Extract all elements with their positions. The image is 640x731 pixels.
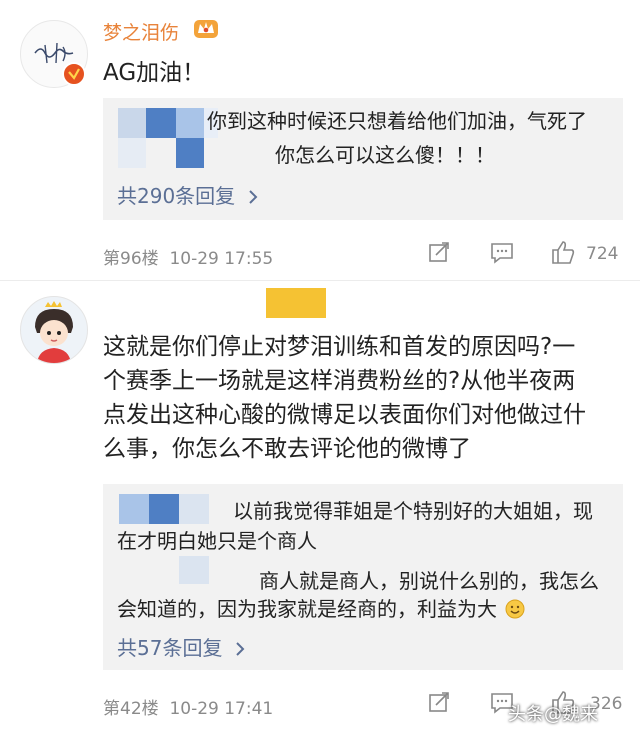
reply-text: 你怎么可以这么傻！！！ — [275, 143, 495, 167]
more-replies-label: 共57条回复 — [117, 636, 223, 660]
reply-text: 在才明白她只是个商人 — [117, 529, 317, 553]
comment-line: 点发出这种心酸的微博足以表面你们对他做过什 — [103, 402, 586, 428]
reply-text: 以前我觉得菲姐是个特别好的大姐姐，现 — [233, 499, 593, 523]
floor-time: 第96楼 10-29 17:55 — [103, 249, 274, 269]
crown-badge-icon — [193, 16, 219, 44]
redacted-username — [118, 108, 218, 168]
watermark: 头条@魏来 — [508, 700, 598, 726]
share-icon[interactable] — [428, 691, 450, 713]
reply-box: 以前我觉得菲姐是个特别好的大姐姐，现 在才明白她只是个商人 商人就是商人，别说什… — [103, 484, 623, 670]
comment-line: 这就是你们停止对梦泪训练和首发的原因吗?一 — [103, 334, 576, 360]
comment-divider — [0, 280, 640, 281]
comment-text: AG加油！ — [103, 60, 206, 86]
comment-line: 么事，你怎么不敢去评论他的微博了 — [103, 436, 471, 462]
reply-text: 会知道的，因为我家就是经商的，利益为大 — [117, 594, 525, 627]
comment-text: 这就是你们停止对梦泪训练和首发的原因吗?一 个赛季上一场就是这样消费粉丝的?从他… — [103, 330, 633, 466]
more-replies-link[interactable]: 共290条回复 — [117, 180, 258, 210]
watermark-text: 头条@魏来 — [508, 704, 598, 725]
reply-text: 商人就是商人，别说什么别的，我怎么 — [259, 569, 599, 593]
redacted-username — [119, 494, 209, 524]
reply-text-content: 会知道的，因为我家就是经商的，利益为大 — [117, 597, 497, 621]
smile-emoji-icon — [505, 597, 525, 627]
user-avatar[interactable] — [20, 296, 88, 364]
more-replies-label: 共290条回复 — [117, 184, 236, 208]
reply-box: 你到这种时候还只想着给他们加油，气死了 你怎么可以这么傻！！！ 共290条回复 — [103, 98, 623, 220]
chevron-right-icon — [248, 186, 258, 210]
like-icon[interactable] — [550, 239, 576, 265]
redacted-username — [179, 556, 209, 584]
verified-badge-icon — [62, 62, 86, 86]
like-count: 724 — [586, 244, 619, 264]
username[interactable]: 梦之泪伤 — [103, 18, 179, 45]
chevron-right-icon — [235, 638, 245, 662]
reply-text: 你到这种时候还只想着给他们加油，气死了 — [207, 109, 587, 133]
redacted-username — [266, 288, 326, 318]
comment-line: 个赛季上一场就是这样消费粉丝的?从他半夜两 — [103, 368, 576, 394]
more-replies-link[interactable]: 共57条回复 — [117, 632, 245, 662]
comment-icon[interactable] — [490, 242, 514, 264]
floor-time: 第42楼 10-29 17:41 — [103, 699, 274, 719]
share-icon[interactable] — [428, 241, 450, 263]
